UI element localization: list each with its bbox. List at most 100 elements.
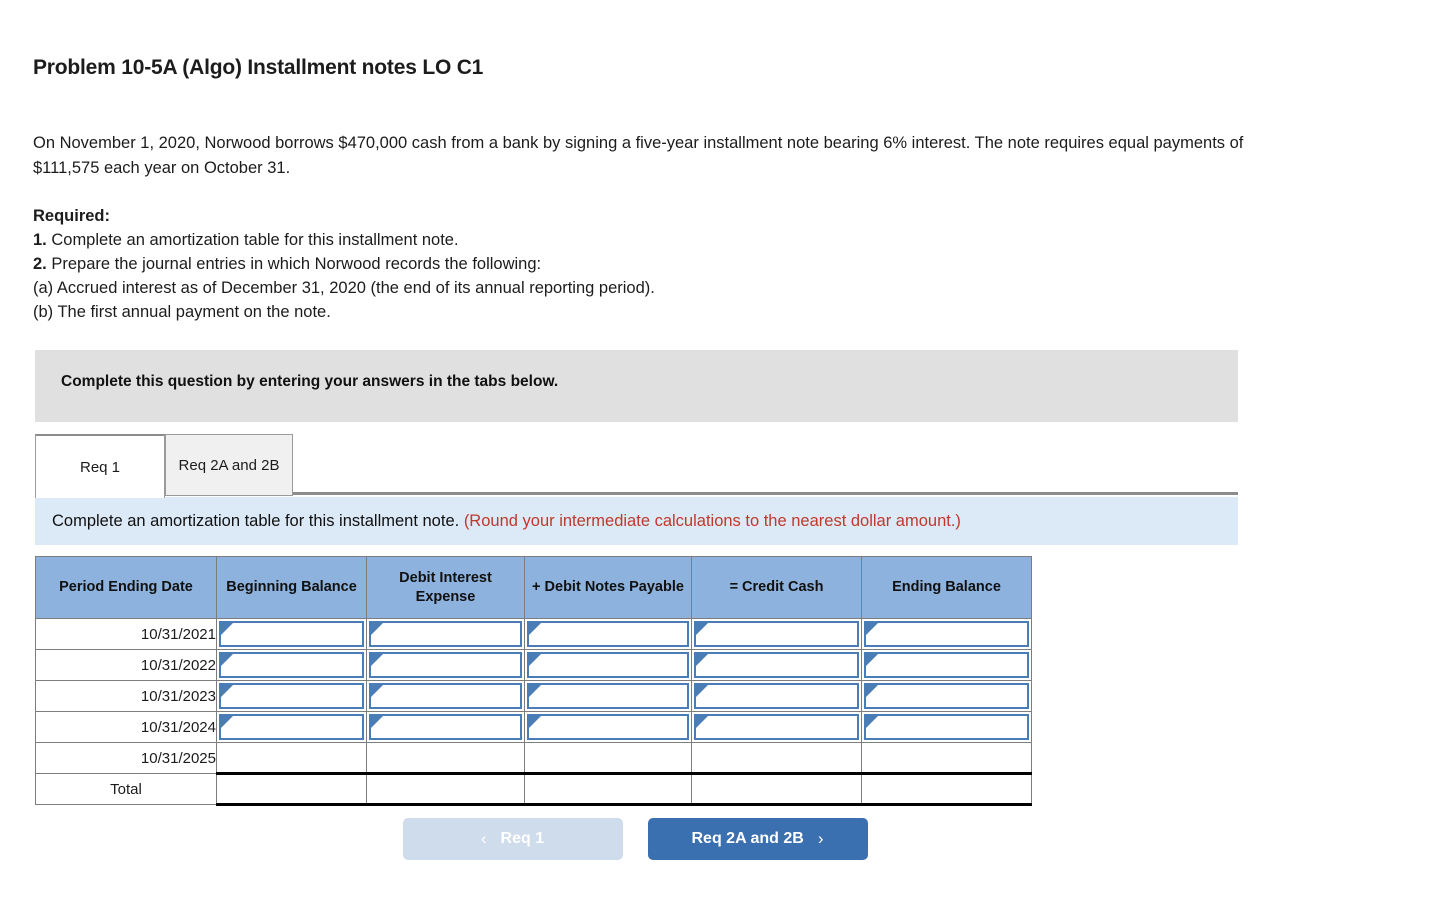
input-2021-debit-notes-payable[interactable] [527, 621, 689, 647]
cell-2025-debit-notes-payable [524, 742, 692, 774]
cell-total-debit-notes-payable [524, 772, 692, 806]
cell-total-ending-balance [861, 772, 1032, 806]
input-2023-ending-balance[interactable] [864, 683, 1029, 709]
table-header-row: Period Ending Date Beginning Balance Deb… [35, 556, 1032, 619]
input-2021-debit-interest-expense[interactable] [369, 621, 522, 647]
tab-bar: Req 1 Req 2A and 2B [35, 431, 1238, 498]
cell-2025-credit-cash [691, 742, 862, 774]
cell-2022-credit-cash[interactable] [691, 649, 862, 681]
cell-2025-debit-interest-expense [366, 742, 525, 774]
input-2024-ending-balance[interactable] [864, 714, 1029, 740]
instruction-banner-text: Complete this question by entering your … [61, 373, 559, 390]
nav-button-bar: ‹ Req 1 Req 2A and 2B › [0, 818, 1270, 860]
input-2021-credit-cash[interactable] [694, 621, 859, 647]
table-row: 10/31/2022 [35, 649, 1032, 681]
cell-2021-debit-interest-expense[interactable] [366, 618, 525, 650]
required-item-2b: (b) The first annual payment on the note… [33, 303, 331, 321]
row-label-2024: 10/31/2024 [35, 711, 217, 743]
next-req-2a-and-2b-button[interactable]: Req 2A and 2B › [647, 818, 868, 860]
row-label-total: Total [35, 773, 217, 805]
input-2022-debit-notes-payable[interactable] [527, 652, 689, 678]
cell-2022-ending-balance[interactable] [861, 649, 1032, 681]
cell-2025-ending-balance [861, 742, 1032, 774]
cell-2024-beginning-balance[interactable] [216, 711, 367, 743]
next-req-2a-and-2b-button-label: Req 2A and 2B [691, 830, 804, 847]
column-header-credit-cash: = Credit Cash [691, 556, 862, 619]
cell-2022-beginning-balance[interactable] [216, 649, 367, 681]
cell-2023-ending-balance[interactable] [861, 680, 1032, 712]
table-row: 10/31/2023 [35, 680, 1032, 712]
cell-total-beginning-balance [216, 772, 367, 806]
required-heading: Required: [33, 207, 111, 225]
cell-2022-debit-interest-expense[interactable] [366, 649, 525, 681]
column-header-debit-interest-expense: Debit Interest Expense [366, 556, 525, 619]
question-page: Problem 10-5A (Algo) Installment notes L… [0, 0, 1450, 912]
input-2023-debit-interest-expense[interactable] [369, 683, 522, 709]
column-header-period-ending-date: Period Ending Date [35, 556, 217, 619]
task-instruction-note: (Round your intermediate calculations to… [463, 511, 961, 530]
cell-2024-ending-balance[interactable] [861, 711, 1032, 743]
amortization-table: Period Ending Date Beginning Balance Deb… [35, 556, 1032, 806]
page-title: Problem 10-5A (Algo) Installment notes L… [33, 56, 484, 79]
instruction-banner: Complete this question by entering your … [35, 350, 1238, 422]
prev-req-1-button-label: Req 1 [500, 830, 545, 847]
row-label-2025: 10/31/2025 [35, 742, 217, 774]
input-2024-beginning-balance[interactable] [219, 714, 364, 740]
input-2024-credit-cash[interactable] [694, 714, 859, 740]
table-row-total: Total [35, 772, 1032, 806]
cell-2022-debit-notes-payable[interactable] [524, 649, 692, 681]
table-row: 10/31/2024 [35, 711, 1032, 743]
input-2023-credit-cash[interactable] [694, 683, 859, 709]
cell-2024-debit-notes-payable[interactable] [524, 711, 692, 743]
task-instruction-bar: Complete an amortization table for this … [35, 497, 1238, 545]
cell-2025-beginning-balance [216, 742, 367, 774]
input-2023-debit-notes-payable[interactable] [527, 683, 689, 709]
cell-2023-debit-notes-payable[interactable] [524, 680, 692, 712]
task-instruction-main: Complete an amortization table for this … [52, 511, 460, 530]
cell-2024-credit-cash[interactable] [691, 711, 862, 743]
column-header-ending-balance: Ending Balance [861, 556, 1032, 619]
input-2022-ending-balance[interactable] [864, 652, 1029, 678]
row-label-2022: 10/31/2022 [35, 649, 217, 681]
task-instruction-text: Complete an amortization table for this … [35, 512, 961, 531]
cell-2023-beginning-balance[interactable] [216, 680, 367, 712]
cell-2023-credit-cash[interactable] [691, 680, 862, 712]
tab-req-2a-and-2b[interactable]: Req 2A and 2B [165, 434, 293, 496]
required-item-2-number: 2. [33, 255, 47, 273]
row-label-2021: 10/31/2021 [35, 618, 217, 650]
amortization-table-wrapper: Period Ending Date Beginning Balance Deb… [35, 556, 1032, 806]
required-item-1-text: Complete an amortization table for this … [46, 231, 459, 249]
chevron-left-icon: ‹ [480, 829, 487, 848]
required-item-1-number: 1. [33, 231, 47, 249]
required-item-2: 2. Prepare the journal entries in which … [33, 252, 655, 276]
input-2022-debit-interest-expense[interactable] [369, 652, 522, 678]
row-label-2023: 10/31/2023 [35, 680, 217, 712]
required-item-2-text: Prepare the journal entries in which Nor… [46, 255, 542, 273]
input-2022-credit-cash[interactable] [694, 652, 859, 678]
cell-2021-credit-cash[interactable] [691, 618, 862, 650]
input-2024-debit-interest-expense[interactable] [369, 714, 522, 740]
input-2021-beginning-balance[interactable] [219, 621, 364, 647]
cell-2023-debit-interest-expense[interactable] [366, 680, 525, 712]
input-2024-debit-notes-payable[interactable] [527, 714, 689, 740]
required-block: Required: 1. Complete an amortization ta… [33, 204, 655, 324]
required-item-1: 1. Complete an amortization table for th… [33, 228, 655, 252]
table-row: 10/31/2025 [35, 742, 1032, 774]
cell-total-credit-cash [691, 772, 862, 806]
input-2021-ending-balance[interactable] [864, 621, 1029, 647]
cell-2021-ending-balance[interactable] [861, 618, 1032, 650]
tab-req-1-label: Req 1 [79, 458, 121, 476]
cell-2021-debit-notes-payable[interactable] [524, 618, 692, 650]
chevron-right-icon: › [817, 829, 824, 848]
input-2022-beginning-balance[interactable] [219, 652, 364, 678]
tab-req-1[interactable]: Req 1 [35, 434, 165, 498]
cell-2021-beginning-balance[interactable] [216, 618, 367, 650]
cell-2024-debit-interest-expense[interactable] [366, 711, 525, 743]
table-row: 10/31/2021 [35, 618, 1032, 650]
tab-req-2a-and-2b-label: Req 2A and 2B [178, 456, 280, 474]
cell-total-debit-interest-expense [366, 772, 525, 806]
problem-intro-text: On November 1, 2020, Norwood borrows $47… [33, 134, 1244, 177]
column-header-beginning-balance: Beginning Balance [216, 556, 367, 619]
prev-req-1-button[interactable]: ‹ Req 1 [402, 818, 623, 860]
input-2023-beginning-balance[interactable] [219, 683, 364, 709]
